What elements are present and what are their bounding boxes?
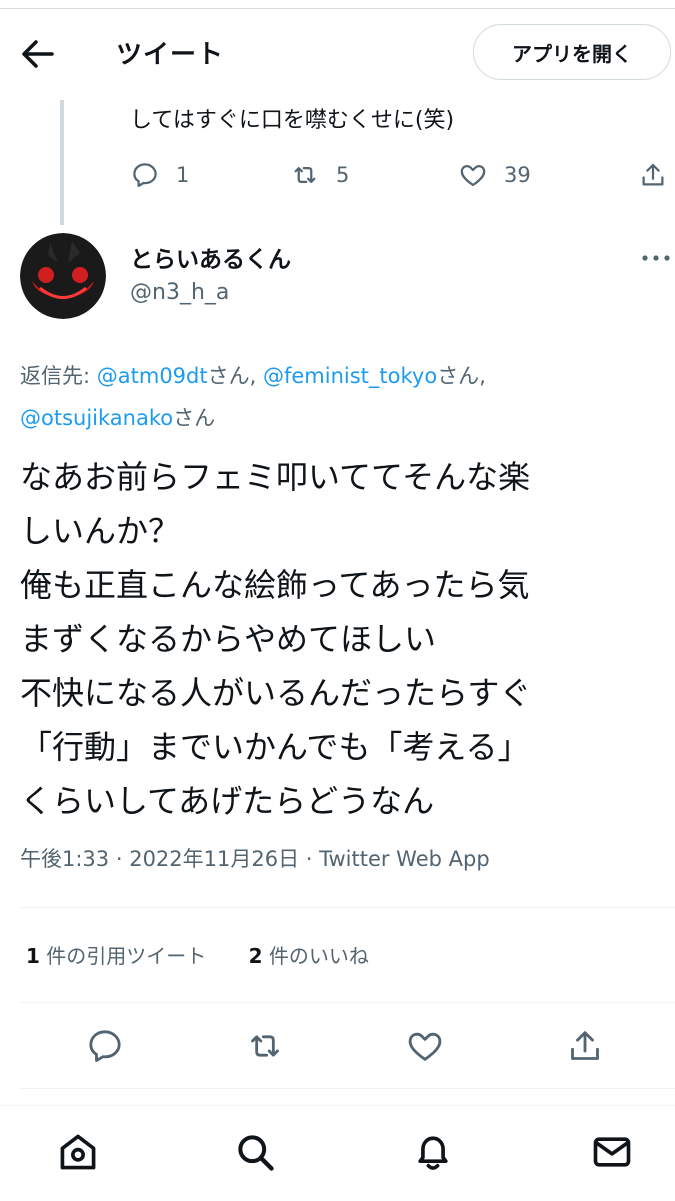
- reply-icon: [89, 1030, 121, 1062]
- tweet-line: まずくなるからやめてほしい: [20, 620, 437, 658]
- likes-link[interactable]: 2 件のいいね: [249, 944, 369, 968]
- share-icon: [642, 163, 664, 186]
- meta-dot: ·: [299, 847, 320, 871]
- meta-dot: ·: [109, 847, 130, 871]
- search-icon[interactable]: [233, 1130, 277, 1174]
- retweet-button[interactable]: 5: [290, 160, 349, 190]
- quote-tweets-link[interactable]: 1 件の引用ツイート: [26, 944, 206, 968]
- user-handle[interactable]: @n3_h_a: [130, 280, 229, 305]
- reply-to-line: 返信先: @atm09dtさん, @feminist_tokyoさん, @ots…: [20, 355, 660, 439]
- tweet-text: なあお前らフェミ叩いててそんな楽 しいんか？ 俺も正直こんな絵飾ってあったら気 …: [20, 450, 660, 828]
- tweet-meta: 午後1:33 · 2022年11月26日 · Twitter Web App: [20, 843, 490, 873]
- more-icon[interactable]: [640, 248, 672, 268]
- tweet-line: しいんか？: [20, 512, 181, 550]
- divider: [20, 1002, 675, 1003]
- divider: [20, 907, 675, 908]
- like-button[interactable]: [405, 1026, 445, 1066]
- top-edge: [0, 0, 675, 9]
- tweet-line: くらいしてあげたらどうなん: [20, 782, 435, 820]
- tweet-line: 俺も正直こんな絵飾ってあったら気: [20, 566, 530, 604]
- engagement-counts: 1 件の引用ツイート 2 件のいいね: [26, 940, 369, 969]
- retweet-icon: [251, 1035, 279, 1057]
- reply-icon: [133, 163, 157, 187]
- display-name[interactable]: とらいあるくん: [130, 240, 291, 274]
- tweet-line: 不快になる人がいるんだったらすぐ: [20, 674, 532, 712]
- retweet-icon: [294, 167, 316, 183]
- tweet-line: なあお前らフェミ叩いててそんな楽: [20, 458, 531, 496]
- separator: ,: [249, 364, 263, 388]
- san-suffix: さん: [437, 364, 480, 388]
- back-arrow-icon[interactable]: [18, 38, 58, 70]
- tweet-source[interactable]: Twitter Web App: [319, 847, 490, 871]
- share-button[interactable]: [565, 1026, 605, 1066]
- reply-button[interactable]: [85, 1026, 125, 1066]
- retweet-count: 5: [336, 163, 350, 187]
- reply-count: 1: [176, 163, 190, 187]
- quote-count: 1: [26, 944, 40, 968]
- tweet-line: 「行動」までいかんでも「考える」: [20, 728, 530, 766]
- messages-icon[interactable]: [590, 1130, 634, 1174]
- avatar[interactable]: [20, 233, 106, 319]
- mention-link[interactable]: @otsujikanako: [20, 406, 173, 430]
- san-suffix: さん: [207, 364, 250, 388]
- tweet-time[interactable]: 午後1:33: [20, 847, 109, 871]
- like-icon: [460, 165, 486, 187]
- page-title: ツイート: [116, 40, 225, 70]
- likes-count: 2: [248, 944, 263, 968]
- share-button[interactable]: [638, 160, 668, 190]
- share-icon: [571, 1031, 599, 1060]
- bottom-nav: [0, 1105, 675, 1201]
- divider: [20, 1088, 675, 1089]
- mention-link[interactable]: @atm09dt: [97, 364, 208, 388]
- separator: ,: [479, 364, 486, 388]
- reply-button[interactable]: 1: [130, 160, 189, 190]
- like-count: 39: [504, 163, 531, 187]
- mention-link[interactable]: @feminist_tokyo: [263, 364, 437, 388]
- like-button[interactable]: 39: [458, 160, 531, 190]
- retweet-button[interactable]: [245, 1026, 285, 1066]
- home-icon[interactable]: [56, 1130, 100, 1174]
- open-app-button[interactable]: アプリを開く: [473, 24, 671, 80]
- like-icon: [408, 1032, 442, 1061]
- tweet-date[interactable]: 2022年11月26日: [129, 847, 299, 871]
- quote-label: 件の引用ツイート: [39, 944, 207, 968]
- notifications-icon[interactable]: [411, 1130, 455, 1174]
- likes-label: 件のいいね: [262, 944, 369, 968]
- previous-tweet-text: してはすぐに口を噤むくせに(笑): [130, 108, 455, 133]
- thread-line: [60, 100, 64, 225]
- san-suffix: さん: [173, 406, 216, 430]
- header: ツイート アプリを開く: [0, 10, 675, 100]
- reply-prefix: 返信先:: [20, 364, 97, 388]
